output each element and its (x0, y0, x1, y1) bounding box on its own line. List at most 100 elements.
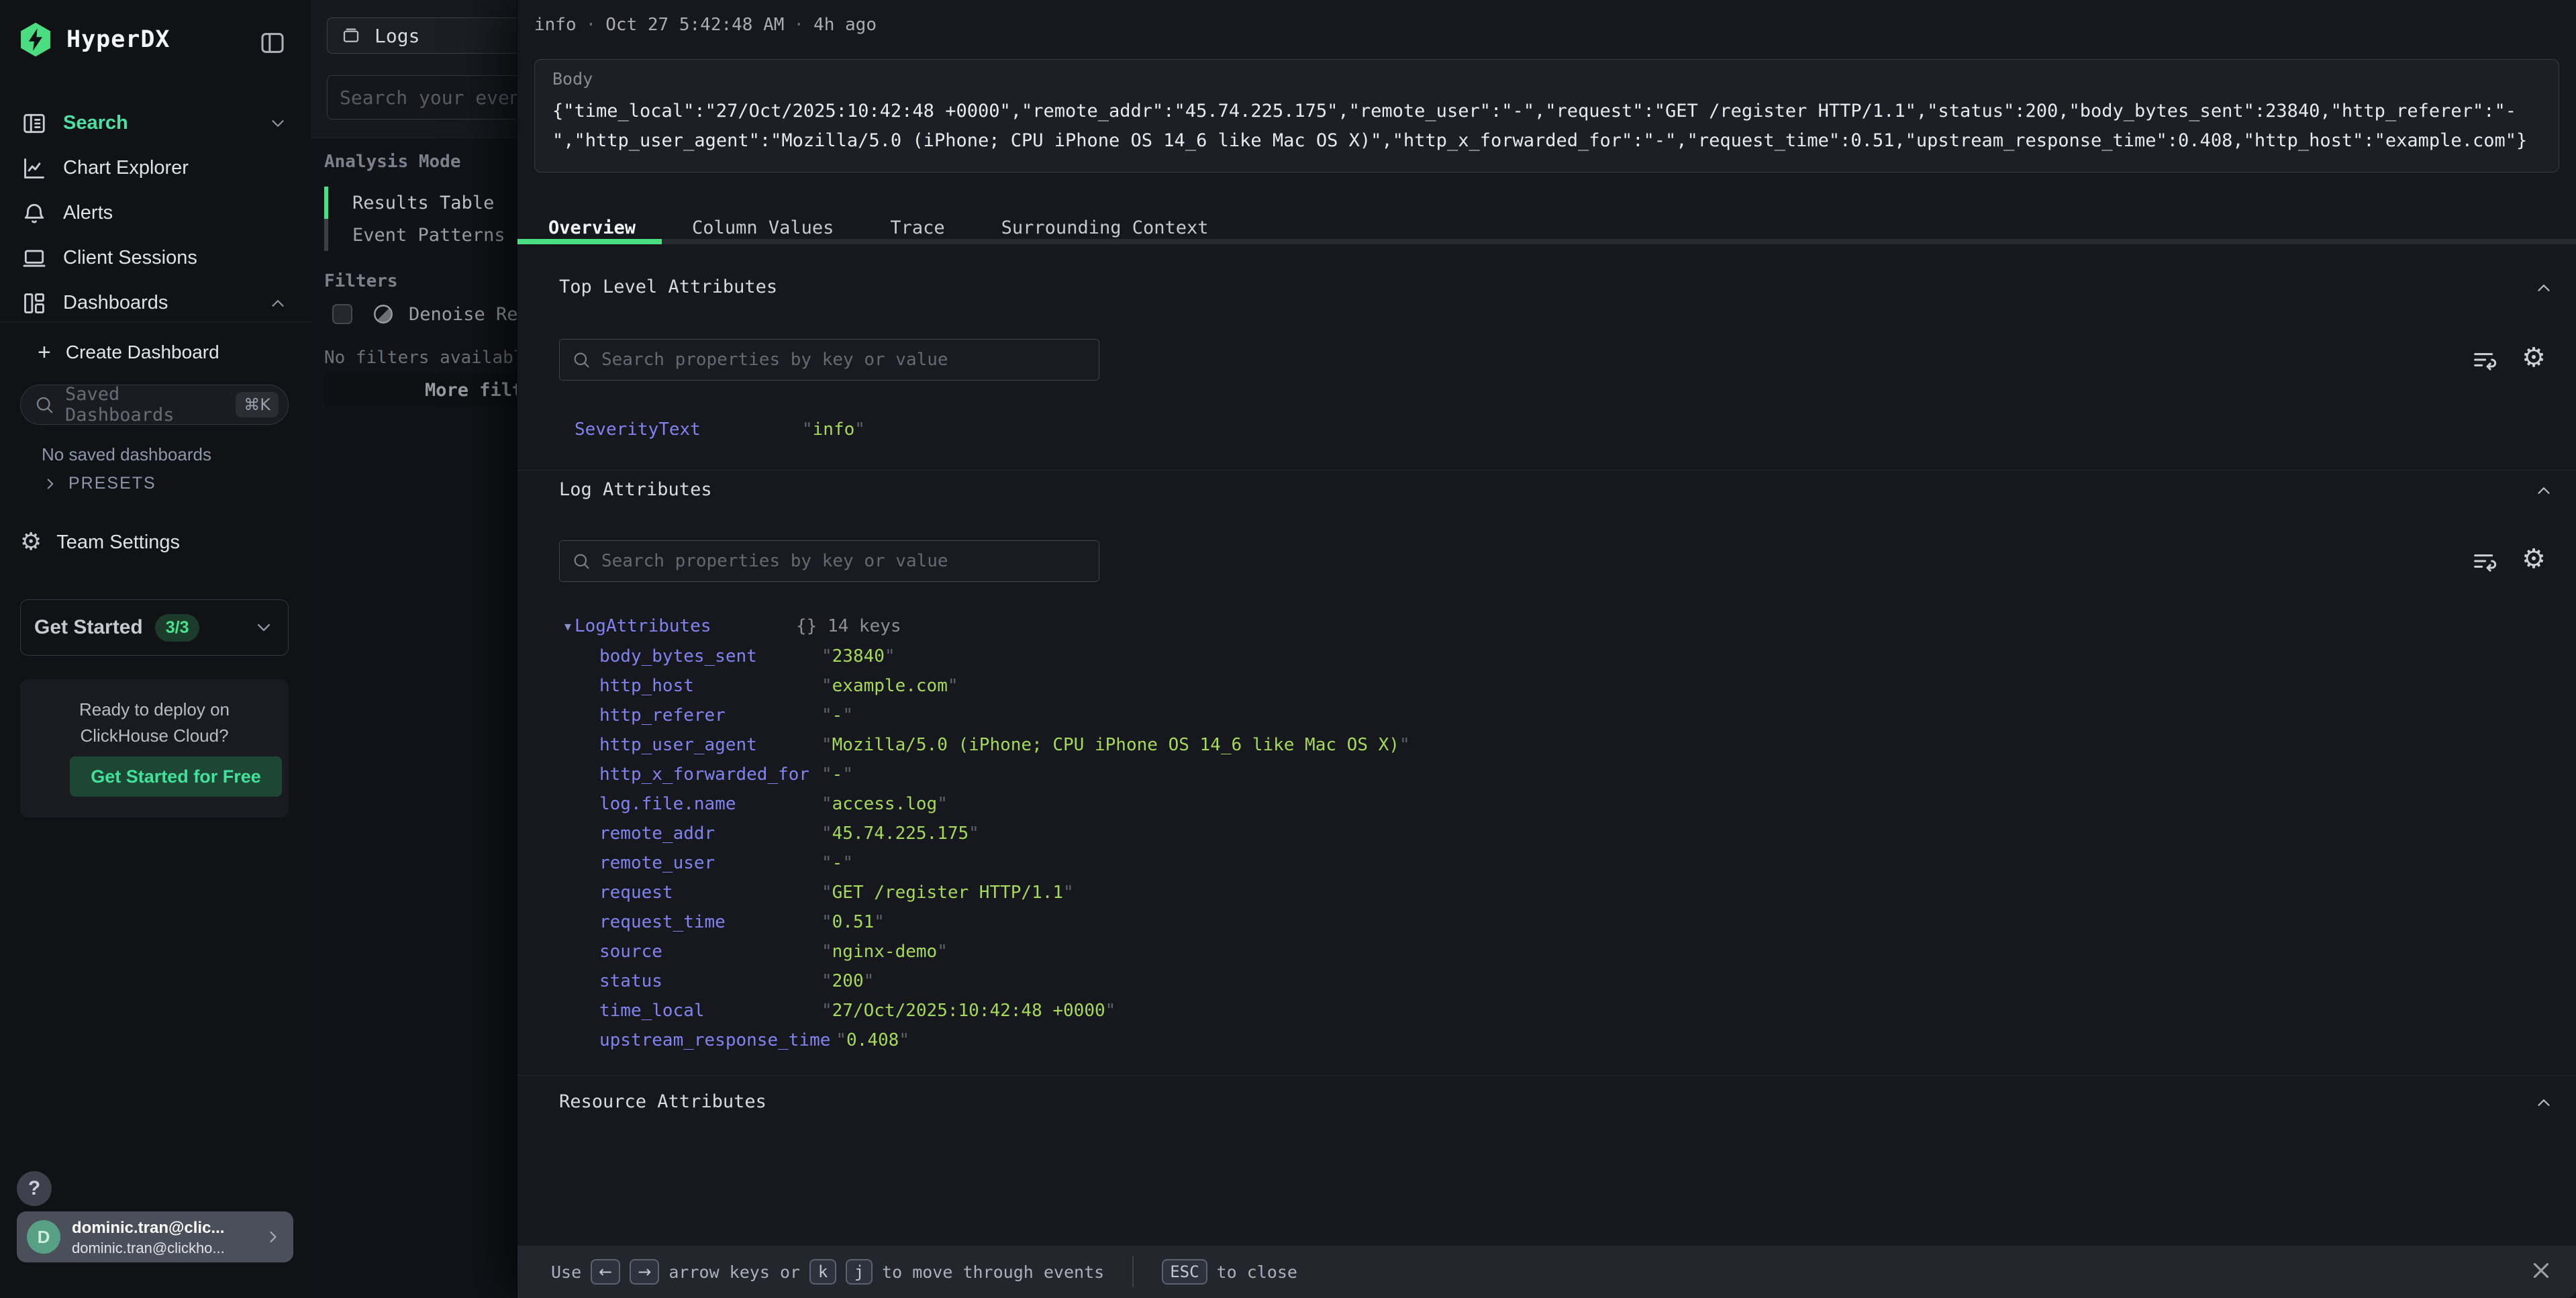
mode-results-table[interactable]: Results Table (324, 187, 517, 219)
presets-toggle[interactable]: PRESETS (42, 474, 156, 493)
sidebar-item-chart-explorer[interactable]: Chart Explorer (0, 146, 311, 191)
tree-root-row[interactable]: ▾ LogAttributes {} 14 keys (559, 611, 1410, 642)
attribute-value[interactable]: access.log (822, 789, 948, 819)
sidebar-item-label: Chart Explorer (63, 157, 189, 179)
footer-close-text: to close (1217, 1262, 1297, 1282)
app-root: HyperDX Search Chart Explorer (0, 0, 2576, 1298)
app-title: HyperDX (66, 26, 170, 53)
attribute-value[interactable]: GET /register HTTP/1.1 (822, 878, 1074, 907)
attribute-value[interactable]: example.com (822, 671, 958, 701)
help-button[interactable]: ? (17, 1171, 52, 1206)
table-row: status200 (559, 966, 1410, 996)
attribute-value[interactable]: 0.51 (822, 907, 885, 937)
search-icon (572, 552, 591, 570)
mode-indicator (324, 219, 328, 251)
esc-keycap: ESC (1162, 1259, 1207, 1285)
logo[interactable]: HyperDX (17, 20, 170, 59)
attribute-value[interactable]: 0.408 (836, 1026, 909, 1055)
sidebar-item-search[interactable]: Search (0, 101, 311, 146)
collapse-sidebar-icon[interactable] (258, 30, 287, 56)
user-name: dominic.tran@clic... (72, 1219, 224, 1238)
tab-surrounding-context[interactable]: Surrounding Context (1001, 217, 1209, 238)
top-level-search-input[interactable] (600, 349, 1066, 370)
wrap-lines-icon[interactable] (2471, 346, 2497, 373)
attribute-key[interactable]: http_x_forwarded_for (599, 760, 822, 789)
attribute-value[interactable]: - (822, 701, 853, 730)
laptop-icon (21, 246, 47, 271)
attribute-key[interactable]: upstream_response_time (599, 1026, 836, 1055)
tab-column-values[interactable]: Column Values (692, 217, 834, 238)
attribute-key[interactable]: http_referer (599, 701, 822, 730)
mode-label: Results Table (352, 193, 494, 213)
event-detail-drawer: info·Oct 27 5:42:48 AM·4h ago Body {"tim… (517, 0, 2576, 1298)
sidebar-item-label: Client Sessions (63, 247, 197, 269)
sidebar-item-alerts[interactable]: Alerts (0, 191, 311, 236)
table-row: http_user_agentMozilla/5.0 (iPhone; CPU … (559, 730, 1410, 760)
mode-event-patterns[interactable]: Event Patterns (324, 219, 517, 251)
log-attributes-search-box[interactable] (559, 540, 1099, 582)
create-dashboard-button[interactable]: + Create Dashboard (38, 341, 219, 364)
attribute-value[interactable]: nginx-demo (822, 937, 948, 966)
expander-triangle-icon[interactable]: ▾ (564, 618, 575, 634)
attribute-value[interactable]: Mozilla/5.0 (iPhone; CPU iPhone OS 14_6 … (822, 730, 1410, 760)
log-attributes-search-input[interactable] (600, 550, 1066, 572)
table-row: http_x_forwarded_for- (559, 760, 1410, 789)
promo-line1: Ready to deploy on (20, 699, 289, 720)
event-search-input[interactable] (338, 86, 517, 109)
sidebar-item-label: Alerts (63, 202, 113, 224)
attribute-value[interactable]: 200 (822, 966, 874, 996)
more-filters-button[interactable]: More filte (324, 373, 517, 407)
attribute-key[interactable]: http_host (599, 671, 822, 701)
tree-root-key[interactable]: LogAttributes (575, 616, 796, 636)
collapse-section-icon[interactable] (2534, 1093, 2554, 1113)
attribute-key[interactable]: time_local (599, 996, 822, 1026)
team-settings-button[interactable]: ⚙ Team Settings (20, 530, 180, 554)
attribute-value[interactable]: 27/Oct/2025:10:42:48 +0000 (822, 996, 1116, 1026)
attribute-key[interactable]: request (599, 878, 822, 907)
attribute-value[interactable]: 23840 (822, 642, 895, 671)
top-level-search-box[interactable] (559, 339, 1099, 381)
denoise-checkbox[interactable] (332, 304, 352, 324)
get-started-accordion[interactable]: Get Started 3/3 (20, 599, 289, 656)
no-saved-dashboards-text: No saved dashboards (42, 444, 211, 465)
gear-icon[interactable]: ⚙ (2522, 342, 2546, 373)
attribute-value[interactable]: - (822, 760, 853, 789)
attribute-value[interactable]: 45.74.225.175 (822, 819, 979, 848)
severity-text: info (534, 15, 577, 35)
dot-separator: · (586, 15, 597, 35)
attribute-key[interactable]: remote_addr (599, 819, 822, 848)
attribute-key[interactable]: log.file.name (599, 789, 822, 819)
attribute-key[interactable]: remote_user (599, 848, 822, 878)
get-started-free-button[interactable]: Get Started for Free (70, 756, 282, 797)
section-title-top-level: Top Level Attributes (559, 277, 777, 297)
table-row: requestGET /register HTTP/1.1 (559, 878, 1410, 907)
attribute-key[interactable]: status (599, 966, 822, 996)
saved-dashboards-search[interactable]: Saved Dashboards ⌘K (20, 385, 289, 425)
tab-trace[interactable]: Trace (890, 217, 944, 238)
attribute-key[interactable]: request_time (599, 907, 822, 937)
gear-icon[interactable]: ⚙ (2522, 544, 2546, 575)
analysis-mode-label: Analysis Mode (324, 152, 461, 172)
source-selector-button[interactable]: Logs (327, 17, 517, 54)
attribute-value[interactable]: info (802, 415, 865, 444)
collapse-section-icon[interactable] (2534, 278, 2554, 298)
attribute-key[interactable]: body_bytes_sent (599, 642, 822, 671)
attribute-key[interactable]: http_user_agent (599, 730, 822, 760)
sidebar-item-dashboards[interactable]: Dashboards (0, 281, 311, 326)
wrap-lines-icon[interactable] (2471, 548, 2497, 575)
event-search-box[interactable] (327, 75, 517, 119)
attribute-value[interactable]: - (822, 848, 853, 878)
user-menu[interactable]: D dominic.tran@clic... dominic.tran@clic… (17, 1211, 293, 1262)
tab-overview[interactable]: Overview (548, 217, 636, 238)
attribute-key[interactable]: SeverityText (575, 415, 802, 444)
footer-use-text: Use (551, 1262, 581, 1282)
collapse-section-icon[interactable] (2534, 481, 2554, 501)
denoise-results-row[interactable]: Denoise Resul (332, 302, 517, 326)
attribute-key[interactable]: source (599, 937, 822, 966)
table-row: remote_addr45.74.225.175 (559, 819, 1410, 848)
sidebar-item-client-sessions[interactable]: Client Sessions (0, 236, 311, 281)
body-label: Body (552, 69, 2541, 89)
close-icon[interactable] (2528, 1258, 2554, 1283)
active-tab-indicator (517, 239, 662, 244)
gear-icon: ⚙ (20, 530, 42, 554)
